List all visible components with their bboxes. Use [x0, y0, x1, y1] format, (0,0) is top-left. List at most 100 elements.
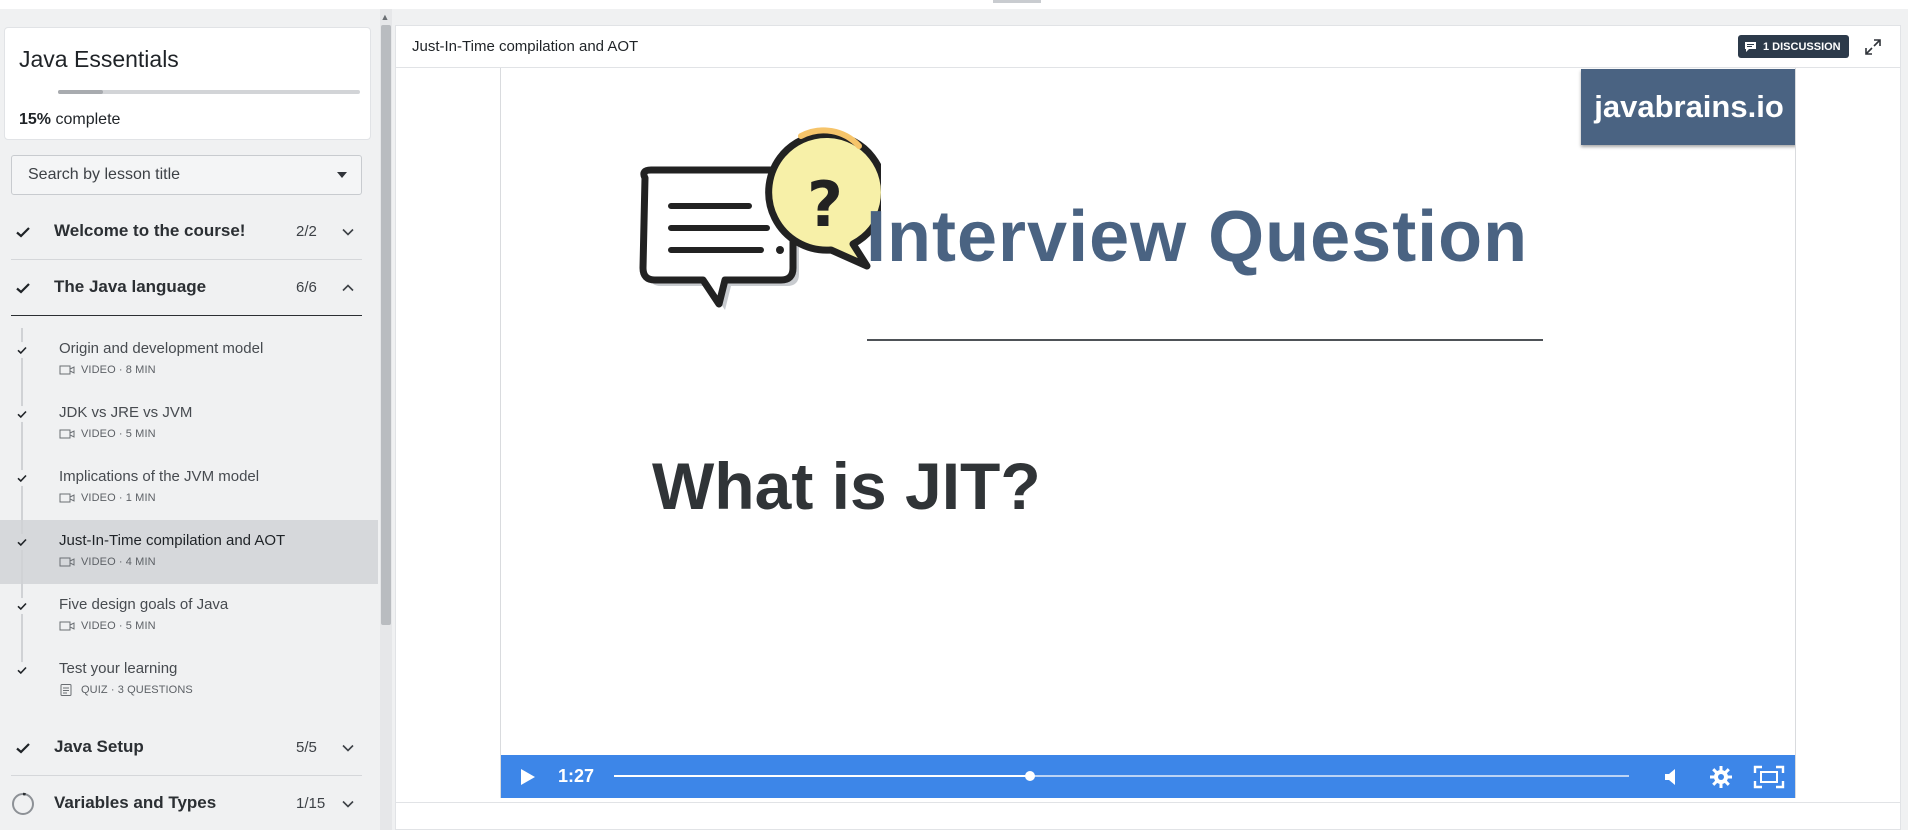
progress-suffix: complete	[55, 111, 121, 128]
lesson-search-select[interactable]: Search by lesson title	[11, 155, 362, 195]
lesson-title: Five design goals of Java	[59, 596, 229, 613]
lesson-meta: VIDEO · 4 MIN	[59, 555, 156, 569]
seek-played	[614, 775, 1031, 777]
course-progress-card: Java Essentials 15% complete	[4, 27, 371, 140]
section-title: The Java language	[54, 277, 207, 296]
slide-heading: Interview Question	[866, 197, 1529, 277]
lesson-title: Test your learning	[59, 660, 178, 677]
progress-circle-icon	[12, 792, 34, 815]
slide-question: What is JIT?	[652, 449, 1041, 523]
lesson-check-icon	[14, 598, 30, 614]
player-controls: 1:27	[501, 755, 1795, 798]
lesson-rail	[21, 328, 23, 392]
drag-handle[interactable]	[993, 0, 1041, 3]
lesson-meta: VIDEO · 5 MIN	[59, 619, 156, 633]
lesson-item[interactable]: JDK vs JRE vs JVM VIDEO · 5 MIN	[0, 392, 378, 456]
video-icon	[59, 557, 75, 567]
lesson-heading: Just-In-Time compilation and AOT	[412, 38, 639, 55]
settings-gear-icon[interactable]	[1709, 765, 1733, 789]
lesson-check-icon	[14, 470, 30, 486]
check-icon	[16, 743, 30, 754]
lesson-title: JDK vs JRE vs JVM	[59, 404, 193, 421]
lesson-meta-text: VIDEO · 5 MIN	[81, 620, 156, 632]
section-divider	[11, 315, 362, 316]
video-player[interactable]: javabrains.io ? Interview Question What …	[500, 68, 1796, 798]
lesson-meta-text: VIDEO · 4 MIN	[81, 556, 156, 568]
section-welcome[interactable]: Welcome to the course! 2/2	[0, 204, 370, 260]
lesson-rail	[21, 456, 23, 520]
course-title: Java Essentials	[19, 46, 179, 72]
lesson-meta-text: VIDEO · 8 MIN	[81, 364, 156, 376]
lesson-check-icon	[14, 534, 30, 550]
sidebar-scrollbar-thumb[interactable]	[381, 25, 391, 625]
lesson-check-icon	[14, 406, 30, 422]
discussion-label: 1 DISCUSSION	[1763, 40, 1841, 53]
video-icon	[59, 429, 75, 439]
chevron-down-icon[interactable]	[341, 741, 355, 755]
lesson-header: Just-In-Time compilation and AOT 1 DISCU…	[396, 26, 1900, 68]
lesson-meta-text: VIDEO · 5 MIN	[81, 428, 156, 440]
scroll-up-arrow-icon[interactable]: ▲	[380, 12, 390, 22]
expand-icon[interactable]	[1863, 37, 1883, 57]
speech-bubbles-icon: ?	[639, 127, 881, 310]
lesson-meta: VIDEO · 8 MIN	[59, 363, 156, 377]
lesson-item[interactable]: Five design goals of Java VIDEO · 5 MIN	[0, 584, 378, 648]
lesson-meta: VIDEO · 5 MIN	[59, 427, 156, 441]
section-count: 2/2	[296, 223, 317, 240]
lesson-rail	[21, 584, 23, 648]
video-icon	[59, 365, 75, 375]
check-icon	[16, 227, 30, 238]
content-divider	[396, 802, 1900, 803]
section-java-setup[interactable]: Java Setup 5/5	[0, 720, 370, 776]
lesson-rail	[21, 392, 23, 456]
section-count: 6/6	[296, 279, 317, 296]
chevron-down-icon[interactable]	[341, 797, 355, 811]
lesson-title: Implications of the JVM model	[59, 468, 260, 485]
section-variables-types[interactable]: Variables and Types 1/15	[0, 776, 370, 830]
lesson-meta: QUIZ · 3 QUESTIONS	[59, 683, 193, 697]
lesson-item[interactable]: Origin and development model VIDEO · 8 M…	[0, 328, 378, 392]
course-progress-fill	[58, 90, 104, 94]
browser-top-strip	[0, 0, 1908, 9]
lesson-item[interactable]: Test your learning QUIZ · 3 QUESTIONS	[0, 648, 378, 712]
progress-label: 15% complete	[19, 111, 120, 129]
lesson-item[interactable]: Implications of the JVM model VIDEO · 1 …	[0, 456, 378, 520]
section-java-language[interactable]: The Java language 6/6	[0, 260, 370, 316]
section-count: 1/15	[296, 795, 326, 812]
course-progress-bar	[58, 90, 360, 94]
course-sidebar: Java Essentials 15% complete Search by l…	[0, 9, 380, 830]
seek-thumb[interactable]	[1025, 771, 1036, 781]
section-title: Variables and Types	[54, 793, 217, 812]
lesson-check-icon	[14, 662, 30, 678]
lesson-meta-text: QUIZ · 3 QUESTIONS	[81, 684, 193, 696]
discussion-button[interactable]: 1 DISCUSSION	[1738, 35, 1849, 58]
lesson-search-placeholder: Search by lesson title	[28, 166, 181, 183]
playback-time: 1:27	[558, 766, 595, 786]
seek-bar[interactable]	[614, 771, 1629, 781]
chevron-up-icon[interactable]	[341, 281, 355, 295]
svg-text:?: ?	[807, 168, 843, 241]
lesson-meta: VIDEO · 1 MIN	[59, 491, 156, 505]
brand-logo: javabrains.io	[1581, 69, 1795, 145]
progress-percent: 15%	[19, 111, 52, 128]
lesson-check-icon	[14, 342, 30, 358]
lesson-meta-text: VIDEO · 1 MIN	[81, 492, 156, 504]
chat-icon	[1745, 41, 1756, 52]
fullscreen-icon[interactable]	[1753, 765, 1785, 789]
play-icon[interactable]	[517, 767, 537, 787]
lesson-main-panel: Just-In-Time compilation and AOT 1 DISCU…	[395, 25, 1901, 830]
video-icon	[59, 493, 75, 503]
lesson-item-active[interactable]: Just-In-Time compilation and AOT VIDEO ·…	[0, 520, 378, 584]
section-count: 5/5	[296, 739, 317, 756]
video-icon	[59, 621, 75, 631]
check-icon	[16, 283, 30, 294]
caret-down-icon	[337, 172, 347, 178]
quiz-icon	[60, 684, 72, 696]
lesson-rail	[21, 520, 23, 584]
lesson-title: Just-In-Time compilation and AOT	[59, 532, 286, 549]
lesson-title: Origin and development model	[59, 340, 264, 357]
volume-icon[interactable]	[1662, 767, 1682, 787]
chevron-down-icon[interactable]	[341, 225, 355, 239]
slide-rule	[867, 339, 1543, 341]
section-title: Java Setup	[54, 737, 144, 756]
